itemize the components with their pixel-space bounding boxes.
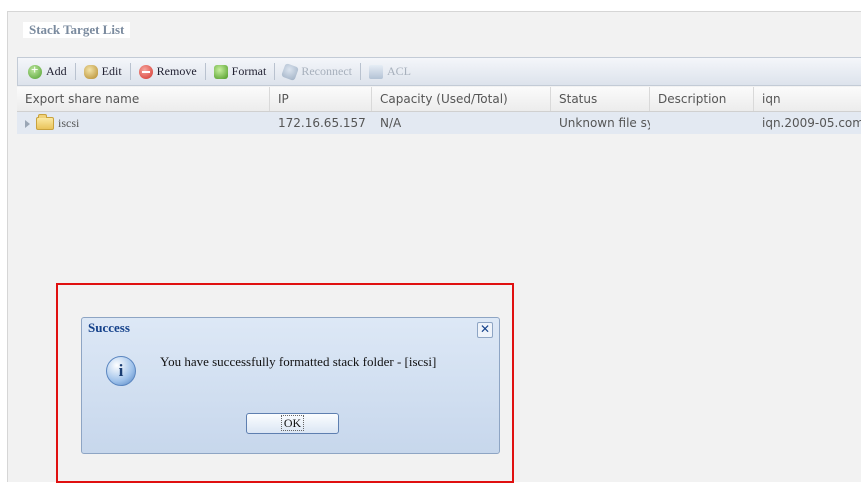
reconnect-button[interactable]: Reconnect bbox=[281, 62, 352, 81]
remove-button[interactable]: Remove bbox=[138, 64, 197, 79]
toolbar-separator bbox=[274, 63, 276, 80]
grid-header: Export share name IP Capacity (Used/Tota… bbox=[17, 87, 861, 112]
ok-button[interactable]: OK bbox=[246, 413, 339, 434]
acl-icon bbox=[369, 64, 383, 79]
edit-icon bbox=[83, 64, 98, 79]
share-name: iscsi bbox=[58, 116, 80, 130]
column-header-status[interactable]: Status bbox=[551, 87, 650, 111]
cell-iqn: iqn.2009-05.com bbox=[762, 116, 861, 130]
format-button[interactable]: Format bbox=[213, 64, 267, 79]
dialog-message: You have successfully formatted stack fo… bbox=[160, 354, 437, 369]
toolbar-separator bbox=[360, 63, 361, 80]
column-header-export-share-name[interactable]: Export share name bbox=[17, 87, 270, 111]
column-header-description[interactable]: Description bbox=[650, 87, 754, 111]
column-header-ip[interactable]: IP bbox=[270, 87, 372, 111]
remove-icon bbox=[138, 64, 153, 79]
success-dialog: Success ✕ i You have successfully format… bbox=[81, 317, 500, 454]
reconnect-icon bbox=[281, 62, 300, 81]
add-icon bbox=[28, 62, 42, 79]
toolbar-separator bbox=[129, 63, 131, 80]
acl-button[interactable]: ACL bbox=[369, 64, 411, 79]
toolbar-separator bbox=[74, 63, 76, 80]
edit-label: Edit bbox=[101, 64, 122, 78]
cell-ip: 172.16.65.157 bbox=[278, 116, 366, 130]
table-row[interactable]: iscsi 172.16.65.157 N/A Unknown file sy … bbox=[17, 112, 861, 134]
folder-icon bbox=[36, 114, 54, 130]
close-icon[interactable]: ✕ bbox=[477, 322, 493, 338]
format-icon bbox=[213, 64, 228, 79]
remove-label: Remove bbox=[156, 64, 197, 78]
cell-name: iscsi bbox=[17, 112, 270, 134]
reconnect-label: Reconnect bbox=[301, 64, 352, 78]
cell-capacity: N/A bbox=[380, 116, 402, 130]
acl-label: ACL bbox=[387, 64, 411, 78]
cell-description bbox=[650, 112, 754, 134]
add-button[interactable]: Add bbox=[28, 62, 67, 79]
info-icon: i bbox=[106, 356, 136, 386]
panel-legend: Stack Target List bbox=[23, 22, 131, 38]
dialog-title: Success bbox=[88, 320, 130, 335]
column-header-capacity[interactable]: Capacity (Used/Total) bbox=[372, 87, 551, 111]
ok-label: OK bbox=[280, 415, 305, 431]
toolbar: Add Edit Remove Format Reconnect ACL bbox=[17, 57, 861, 86]
expand-arrow-icon[interactable] bbox=[25, 119, 30, 128]
column-header-iqn[interactable]: iqn bbox=[754, 87, 861, 111]
toolbar-separator bbox=[204, 63, 206, 80]
cell-status: Unknown file sy bbox=[559, 116, 650, 130]
add-label: Add bbox=[46, 64, 67, 78]
format-label: Format bbox=[231, 64, 267, 78]
edit-button[interactable]: Edit bbox=[83, 64, 122, 79]
